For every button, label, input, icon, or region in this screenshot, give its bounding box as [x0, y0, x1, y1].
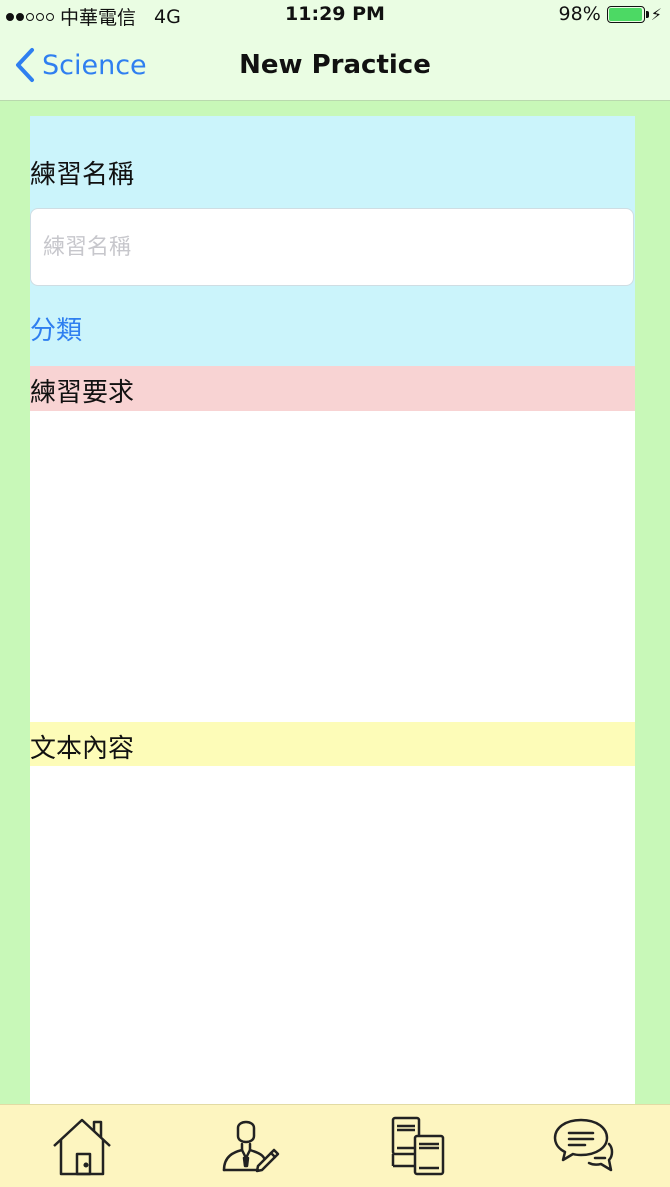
battery-level [608, 7, 643, 21]
requirement-header: 練習要求 [30, 366, 635, 411]
tab-messages[interactable] [528, 1105, 638, 1187]
battery-icon [606, 5, 649, 23]
home-icon [53, 1118, 111, 1176]
books-icon [391, 1116, 445, 1176]
text-content-area[interactable] [30, 766, 635, 1106]
status-bar: 中華電信 4G 11:29 PM 98% ⚡ [0, 0, 670, 30]
tab-teacher[interactable] [193, 1105, 303, 1187]
text-content-header: 文本內容 [30, 722, 635, 766]
chevron-left-icon [16, 48, 34, 82]
category-button[interactable]: 分類 [30, 310, 82, 347]
back-button-label: Science [42, 49, 147, 81]
battery-percent: 98% [558, 3, 601, 25]
requirement-text-area[interactable] [30, 411, 635, 722]
tab-library[interactable] [362, 1105, 472, 1187]
navigation-bar: Science New Practice [0, 30, 670, 101]
name-section: 練習名稱 分類 [30, 116, 635, 366]
teacher-icon [222, 1120, 280, 1173]
tab-home[interactable] [27, 1105, 137, 1187]
charging-icon: ⚡ [650, 4, 662, 24]
status-right: 98% ⚡ [559, 3, 662, 25]
practice-name-input[interactable] [30, 208, 634, 286]
back-button[interactable]: Science [14, 30, 147, 100]
practice-name-label: 練習名稱 [30, 160, 135, 190]
chat-icon [553, 1118, 614, 1172]
tab-bar [0, 1104, 670, 1187]
text-content-label: 文本內容 [30, 734, 135, 764]
requirement-label: 練習要求 [30, 378, 135, 408]
